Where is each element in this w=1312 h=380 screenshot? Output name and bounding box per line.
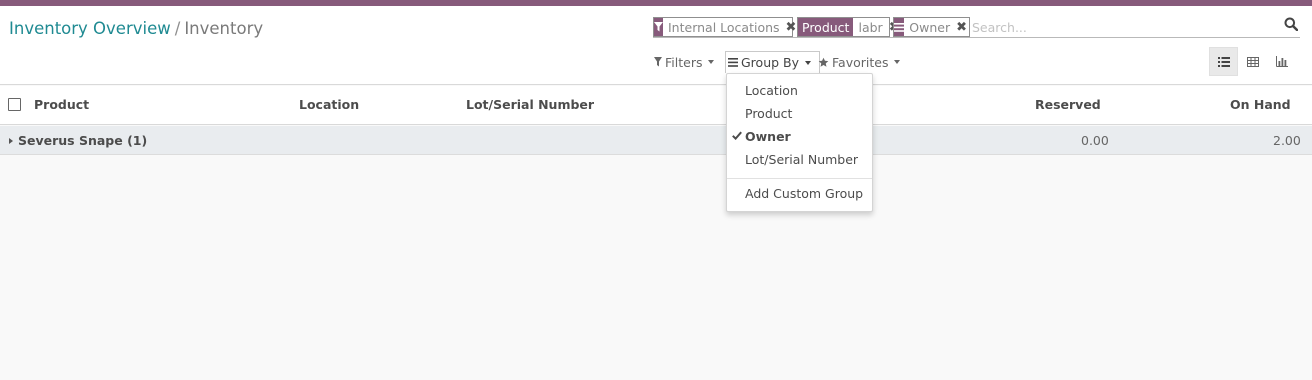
group-by-option-lot-serial-number[interactable]: Lot/Serial Number: [727, 149, 872, 170]
facet-owner[interactable]: Owner ✖: [893, 17, 970, 37]
group-by-button[interactable]: Group By: [725, 51, 821, 73]
list-view-button[interactable]: [1209, 47, 1238, 76]
column-header-location[interactable]: Location: [299, 97, 359, 112]
filters-label: Filters: [665, 54, 703, 70]
column-header-reserved[interactable]: Reserved: [1035, 97, 1101, 112]
search-bar: Internal Locations ✖ Product labr ✖ Owne…: [653, 16, 1300, 38]
group-on-hand-total: 2.00: [1273, 133, 1301, 148]
group-by-dropdown: Location Product Owner Lot/Serial Number…: [726, 73, 873, 212]
group-by-option-product[interactable]: Product: [727, 103, 872, 124]
group-label: Severus Snape (1): [18, 133, 148, 148]
caret-right-icon: [9, 137, 13, 144]
facet-category: Product: [798, 18, 854, 36]
group-by-option-label: Owner: [745, 129, 791, 144]
add-custom-group-button[interactable]: Add Custom Group: [727, 183, 872, 204]
filters-button[interactable]: Filters: [654, 53, 715, 71]
star-icon: [818, 57, 829, 67]
group-row[interactable]: Severus Snape (1) 0.00 2.00: [0, 126, 1312, 155]
breadcrumb-separator: /: [174, 19, 181, 38]
column-header-product[interactable]: Product: [34, 97, 89, 112]
table-header: Product Location Lot/Serial Number Reser…: [0, 86, 1312, 125]
group-reserved-total: 0.00: [1081, 133, 1109, 148]
graph-view-button[interactable]: [1267, 47, 1296, 76]
select-all-checkbox[interactable]: [8, 98, 21, 111]
search-input[interactable]: [972, 18, 1272, 36]
bar-chart-icon: [1275, 56, 1288, 67]
column-header-lot-serial-number[interactable]: Lot/Serial Number: [466, 97, 594, 112]
group-by-option-location[interactable]: Location: [727, 80, 872, 101]
favorites-button[interactable]: Favorites: [818, 53, 901, 71]
search-icon[interactable]: [1284, 17, 1300, 35]
facet-remove-icon[interactable]: ✖: [953, 18, 969, 36]
facet-product[interactable]: Product labr ✖: [797, 17, 900, 37]
column-header-on-hand[interactable]: On Hand: [1230, 97, 1291, 112]
facet-value: Owner: [909, 19, 951, 35]
filter-icon: [654, 57, 662, 67]
breadcrumb-current: Inventory: [184, 19, 264, 38]
group-by-option-owner[interactable]: Owner: [727, 126, 872, 147]
dropdown-divider: [727, 178, 872, 179]
breadcrumb-parent-link[interactable]: Inventory Overview: [9, 19, 171, 38]
breadcrumb: Inventory Overview / Inventory: [9, 19, 263, 38]
facet-value: labr: [858, 19, 883, 35]
group-header[interactable]: Severus Snape (1): [9, 133, 147, 148]
facet-internal-locations[interactable]: Internal Locations ✖: [653, 17, 796, 37]
pivot-table-icon: [1246, 56, 1259, 67]
list-view-icon: [1217, 56, 1230, 67]
checkmark-icon: [732, 131, 742, 140]
group-by-label: Group By: [741, 55, 800, 70]
group-by-icon: [894, 18, 905, 36]
group-by-icon: [728, 58, 738, 67]
pivot-view-button[interactable]: [1238, 47, 1267, 76]
facet-value: Internal Locations: [668, 19, 780, 35]
filter-icon: [654, 18, 663, 36]
favorites-label: Favorites: [832, 54, 889, 70]
control-panel: Inventory Overview / Inventory Internal Lo…: [0, 6, 1312, 85]
